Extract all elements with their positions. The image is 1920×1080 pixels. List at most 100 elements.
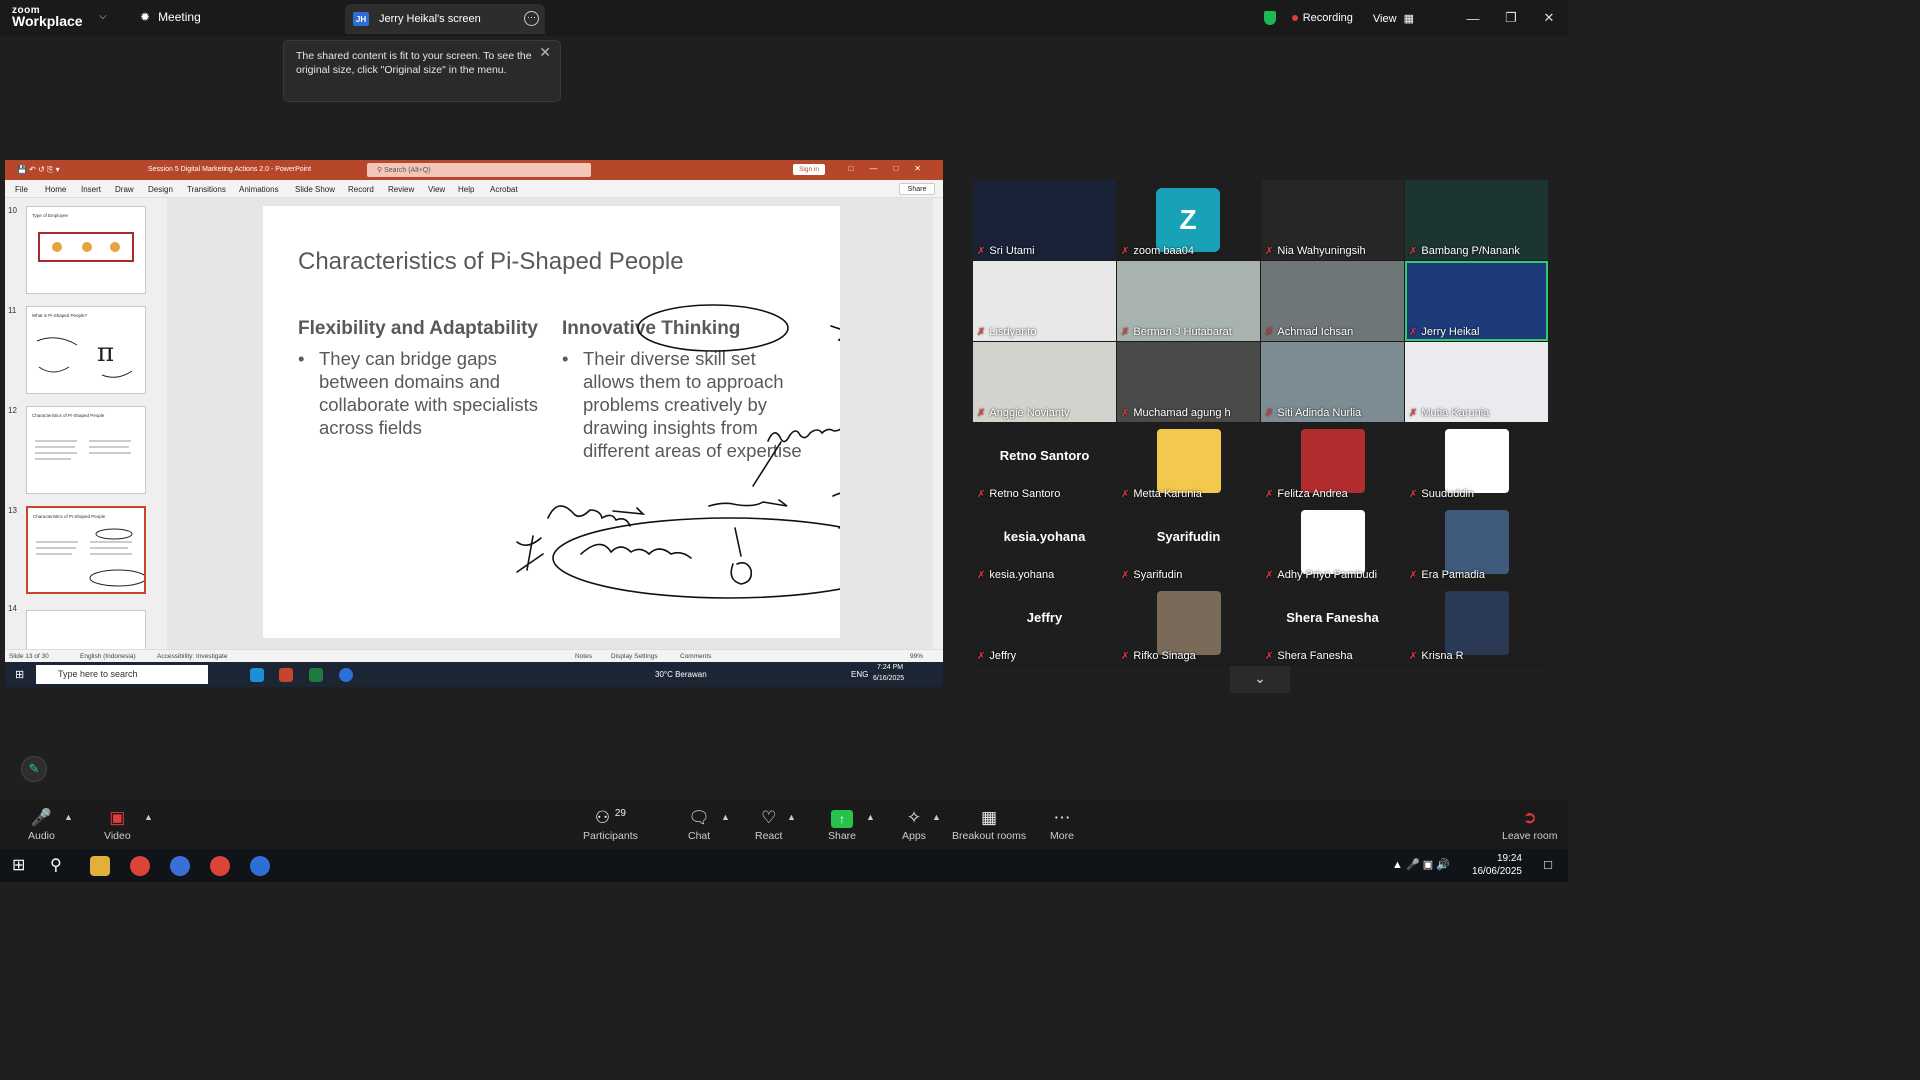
ribbon-tab-acrobat[interactable]: Acrobat [490, 185, 518, 194]
language-label[interactable]: English (Indonesia) [80, 653, 136, 660]
view-button[interactable]: View ▦ [1373, 12, 1414, 25]
chrome-profile-icon[interactable] [210, 856, 230, 876]
ribbon-share-button[interactable]: Share [899, 183, 935, 195]
accessibility-label[interactable]: Accessibility: Investigate [157, 653, 227, 660]
browser-icon[interactable] [170, 856, 190, 876]
search-icon[interactable]: ⚲ [50, 855, 62, 875]
participant-tile[interactable]: ✗ Felitza Andrea [1261, 423, 1404, 503]
participant-tile[interactable]: ✗ Jerry Heikal [1405, 261, 1548, 341]
participant-tile[interactable]: ✗ Mutia Karunia [1405, 342, 1548, 422]
zoom-workplace-logo[interactable]: zoom Workplace [12, 5, 83, 28]
zoom-level[interactable]: 99% [910, 653, 923, 660]
powerpoint-window-controls[interactable]: □—□✕ [849, 164, 937, 173]
excel-icon[interactable] [309, 668, 323, 682]
participant-tile[interactable]: ✗ Nia Wahyuningsih [1261, 180, 1404, 260]
participant-tile[interactable]: ✗ Rifko Sinaga [1117, 585, 1260, 665]
apps-options-caret[interactable]: ▲ [932, 812, 941, 822]
share-button[interactable]: ↑ Share [828, 808, 856, 842]
audio-options-caret[interactable]: ▲ [64, 812, 73, 822]
file-explorer-icon[interactable] [90, 856, 110, 876]
remote-taskbar-search[interactable]: Type here to search [36, 665, 208, 684]
participant-tile[interactable]: ✗ Anggie Novianty [973, 342, 1116, 422]
participant-tile[interactable]: ✗ Siti Adinda Nurlia [1261, 342, 1404, 422]
slide-thumbnail[interactable]: Characteristics of Pi-Shaped People [26, 406, 146, 494]
participant-tile[interactable]: ✗ Sri Utami [973, 180, 1116, 260]
close-icon[interactable]: ✕ [539, 45, 551, 59]
participant-tile[interactable]: kesia.yohana ✗ kesia.yohana [973, 504, 1116, 584]
slide-thumbnail[interactable] [26, 610, 146, 650]
notification-icon[interactable]: □ [1544, 857, 1552, 872]
participant-tile[interactable]: ✗ Achmad Ichsan [1261, 261, 1404, 341]
ribbon-tab-transitions[interactable]: Transitions [187, 185, 226, 194]
video-options-caret[interactable]: ▲ [144, 812, 153, 822]
react-options-caret[interactable]: ▲ [787, 812, 796, 822]
zoom-taskbar-icon[interactable] [250, 856, 270, 876]
display-settings-button[interactable]: Display Settings [611, 653, 658, 660]
ribbon-tab-slide-show[interactable]: Slide Show [295, 185, 335, 194]
share-options-caret[interactable]: ▲ [866, 812, 875, 822]
more-options-icon[interactable]: ··· [524, 11, 539, 26]
minimize-button[interactable]: — [1454, 11, 1492, 26]
notes-button[interactable]: Notes [575, 653, 592, 660]
gallery-scroll-down-button[interactable]: ⌄ [1230, 666, 1290, 693]
sign-in-button[interactable]: Sign in [793, 164, 825, 175]
powerpoint-icon[interactable] [279, 668, 293, 682]
participant-tile[interactable]: Retno Santoro ✗ Retno Santoro [973, 423, 1116, 503]
shared-screen-tab[interactable]: JH Jerry Heikal's screen ··· [345, 4, 545, 34]
video-button[interactable]: ▣ Video [104, 808, 131, 842]
leave-room-button[interactable]: ➲ Leave room [1502, 808, 1557, 842]
participant-tile[interactable]: Shera Fanesha ✗ Shera Fanesha [1261, 585, 1404, 665]
zoom-app-icon[interactable] [339, 668, 353, 682]
ribbon-tab-design[interactable]: Design [148, 185, 173, 194]
react-button[interactable]: ♡ React [755, 808, 782, 842]
participant-tile[interactable]: ✗ Adhy Priyo Pambudi [1261, 504, 1404, 584]
recording-label[interactable]: Recording [1303, 12, 1353, 24]
audio-button[interactable]: 🎤 Audio [28, 808, 55, 842]
participant-tile[interactable]: ✗ Bambang P/Nanank [1405, 180, 1548, 260]
edge-icon[interactable] [250, 668, 264, 682]
annotate-pen-icon[interactable]: ✎ [21, 756, 47, 782]
ribbon-tab-view[interactable]: View [428, 185, 445, 194]
system-clock[interactable]: 19:24 16/06/2025 [1472, 852, 1522, 878]
meeting-tab[interactable]: ✹ Meeting [140, 10, 201, 24]
participant-tile[interactable]: ✗ Suududdin [1405, 423, 1548, 503]
slide-thumbnail[interactable]: Type of Employee [26, 206, 146, 294]
participant-tile[interactable]: ✗ Era Pamadia [1405, 504, 1548, 584]
participant-tile[interactable]: ✗ Krisna R [1405, 585, 1548, 665]
participant-tile[interactable]: ✗ Metta Karunia [1117, 423, 1260, 503]
apps-button[interactable]: ✧ Apps [902, 808, 926, 842]
ribbon-tab-draw[interactable]: Draw [115, 185, 134, 194]
windows-start-icon[interactable]: ⊞ [15, 668, 24, 681]
ribbon-tab-record[interactable]: Record [348, 185, 374, 194]
ribbon-tab-insert[interactable]: Insert [81, 185, 101, 194]
security-shield-icon[interactable] [1263, 11, 1276, 25]
ribbon-tab-help[interactable]: Help [458, 185, 474, 194]
more-button[interactable]: ⋯ More [1050, 808, 1074, 842]
quick-access-icons[interactable]: 💾 ↶ ↺ ⎘ ▾ [17, 165, 60, 175]
ribbon-tab-file[interactable]: File [15, 185, 28, 194]
ribbon-tab-review[interactable]: Review [388, 185, 414, 194]
participant-tile[interactable]: Jeffry ✗ Jeffry [973, 585, 1116, 665]
chat-button[interactable]: 🗨 Chat [688, 808, 710, 842]
chevron-down-icon[interactable]: ⌵ [99, 11, 107, 22]
participants-button[interactable]: ⚇ 29 Participants [583, 808, 638, 842]
participant-tile[interactable]: Syarifudin ✗ Syarifudin [1117, 504, 1260, 584]
system-tray-icons[interactable]: ▲ 🎤 ▣ 🔊 [1392, 858, 1450, 871]
chat-options-caret[interactable]: ▲ [721, 812, 730, 822]
powerpoint-search[interactable]: ⚲ Search (Alt+Q) [367, 163, 591, 177]
input-language[interactable]: ENG [851, 670, 868, 679]
chrome-icon[interactable] [130, 856, 150, 876]
maximize-button[interactable]: ❐ [1492, 10, 1530, 26]
slide-thumbnail-active[interactable]: Characteristics of Pi-Shaped People [26, 506, 146, 594]
close-button[interactable]: ✕ [1530, 10, 1568, 26]
participant-tile[interactable]: ✗ Muchamad agung h [1117, 342, 1260, 422]
ribbon-tab-animations[interactable]: Animations [239, 185, 279, 194]
ribbon-tab-home[interactable]: Home [45, 185, 66, 194]
windows-start-icon[interactable]: ⊞ [12, 855, 25, 875]
slide-vertical-scrollbar[interactable] [933, 198, 943, 649]
weather-label[interactable]: 30°C Berawan [655, 670, 707, 679]
participant-tile[interactable]: Z ✗ zoom baa04 [1117, 180, 1260, 260]
breakout-rooms-button[interactable]: ▦ Breakout rooms [952, 808, 1026, 842]
participant-tile[interactable]: ✗ Berman J Hutabarat [1117, 261, 1260, 341]
comments-button[interactable]: Comments [680, 653, 711, 660]
